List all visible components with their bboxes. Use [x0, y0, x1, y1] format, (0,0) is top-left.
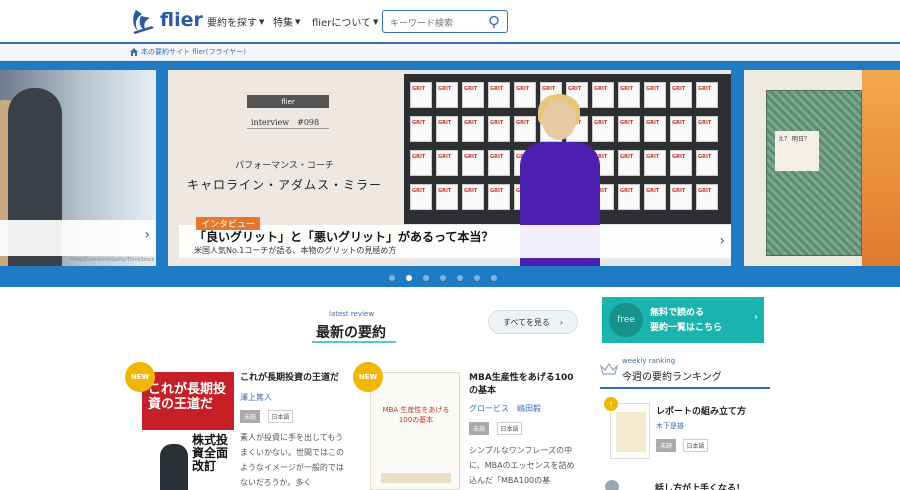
rank-badge-1: ! [604, 397, 618, 411]
new-badge: NEW [125, 362, 155, 392]
book-cover[interactable]: MBA 生産性をあげる100の基本 [370, 372, 460, 490]
hero-carousel: › Flickr/Comstock/Getty/ThinkStock flier… [0, 61, 900, 287]
home-icon [130, 48, 138, 56]
book-author[interactable]: グロービス 嶋田毅 [469, 403, 541, 414]
site-header: flier 要約を探す ▼ 特集 ▼ flierについて ▼ [0, 0, 900, 44]
nav-label: 要約を探す [207, 18, 257, 29]
slide-background [862, 70, 900, 266]
ranking-book-cover[interactable] [610, 403, 650, 459]
nav-label: flierについて [312, 18, 372, 29]
carousel-dot[interactable] [491, 275, 497, 281]
book-cover[interactable]: これが長期投資の王道だ 株式投資全面改訂 [142, 372, 234, 490]
chevron-right-icon[interactable]: › [719, 233, 725, 249]
ranking-book-title: 話し方が上手くなる！ [655, 484, 746, 490]
see-all-label: すべてを見る [502, 317, 550, 327]
interview-number: interview #098 [251, 118, 320, 127]
section-underline [312, 341, 396, 343]
nav-label: 特集 [273, 18, 293, 29]
breadcrumb-label: 本の要約サイト flier(フライヤー) [141, 48, 247, 56]
interview-tag: インタビュー [196, 217, 261, 230]
free-line-1: 無料で読める [650, 308, 705, 318]
ranking-subtitle: weekly ranking [622, 357, 676, 365]
slide-book-cover: え？ 明日？ [766, 90, 862, 256]
unread-tag: 未読 [469, 422, 489, 435]
caret-down-icon: ▼ [259, 17, 265, 26]
carousel-dot[interactable] [423, 275, 429, 281]
search-input[interactable] [383, 13, 483, 35]
free-line-2: 要約一覧はこちら [650, 323, 723, 333]
flier-badge: flier [247, 95, 329, 108]
crown-icon [600, 362, 618, 375]
language-tag: 日本語 [683, 439, 708, 452]
book-cover-label: え？ 明日？ [775, 131, 819, 171]
photo-credit: Flickr/Comstock/Getty/ThinkStock [70, 257, 155, 263]
breadcrumb[interactable]: 本の要約サイト flier(フライヤー) [130, 47, 246, 57]
carousel-slide-current[interactable]: flier interview #098 パフォーマンス・コーチ キャロライン・… [168, 70, 731, 266]
chevron-right-icon: › [754, 312, 758, 323]
search-box [382, 10, 508, 35]
carousel-dot-active[interactable] [406, 275, 412, 281]
free-icon: free [609, 303, 643, 337]
logo-text: flier [160, 9, 203, 31]
book-title[interactable]: MBA生産性をあげる100の基本 [469, 372, 579, 398]
free-banner-text: 無料で読める 要約一覧はこちら [650, 306, 722, 336]
section-title: 最新の要約 [316, 325, 386, 341]
interviewee-photo-face [542, 100, 576, 140]
nav-find-summaries[interactable]: 要約を探す ▼ [207, 14, 265, 30]
cover-subtitle: 株式投資全面改訂 [192, 433, 229, 473]
carousel-slide-next[interactable]: え？ 明日？ [744, 70, 900, 266]
flier-logo-icon [133, 10, 154, 34]
book-author[interactable]: 澤上篤人 [240, 392, 272, 403]
nav-features[interactable]: 特集 ▼ [273, 14, 301, 30]
book-description: シンプルなワンフレーズの中に、MBAのエッセンスを詰め込んだ「MBA100の基 [469, 446, 575, 485]
chevron-right-icon[interactable]: › [144, 227, 150, 243]
ranking-book-author[interactable]: 木下是雄 [656, 421, 684, 431]
caret-down-icon: ▼ [295, 17, 301, 26]
ranking-underline [600, 387, 770, 389]
language-tag: 日本語 [497, 422, 522, 435]
nav-about[interactable]: flierについて ▼ [312, 14, 379, 30]
carousel-dot[interactable] [474, 275, 480, 281]
book-description: 素人が投資に手を出してもうまくいかない。世間ではこのようなイメージが一般的ではな… [240, 433, 344, 487]
carousel-dot[interactable] [389, 275, 395, 281]
book-title[interactable]: これが長期投資の王道だ [240, 372, 350, 385]
unread-tag: 未読 [240, 410, 260, 423]
ranking-item-2[interactable]: 話し方が上手くなる！ [605, 478, 755, 490]
breadcrumb-bar: 本の要約サイト flier(フライヤー) [0, 44, 900, 61]
free-summaries-banner[interactable]: free 無料で読める 要約一覧はこちら › [602, 297, 764, 343]
chevron-right-icon: › [559, 317, 564, 327]
unread-tag: 未読 [656, 439, 676, 452]
flier-logo[interactable]: flier [130, 6, 203, 34]
cover-title: MBA 生産性をあげる100の基本 [382, 406, 450, 424]
carousel-dot[interactable] [440, 275, 446, 281]
caret-down-icon: ▼ [373, 17, 379, 26]
ranking-book-title[interactable]: レポートの組み立て方 [656, 404, 746, 417]
cover-title: これが長期投資の王道だ [148, 382, 227, 412]
author-photo [160, 444, 188, 490]
see-all-button[interactable]: すべてを見る › [488, 310, 578, 334]
carousel-dot[interactable] [457, 275, 463, 281]
section-subtitle: latest review [329, 310, 375, 318]
interviewee-role: パフォーマンス・コーチ [235, 161, 334, 171]
slide-subtitle: 米国人気No.1コーチが語る、本物のグリットの見極め方 [194, 246, 397, 255]
language-tag: 日本語 [268, 410, 293, 423]
slide-caption-box [0, 220, 156, 256]
interviewee-name: キャロライン・アダムス・ミラー [186, 178, 382, 192]
divider [247, 128, 329, 129]
slide-title: 「良いグリット」と「悪いグリット」があるって本当？ [194, 230, 494, 244]
new-badge: NEW [353, 362, 383, 392]
carousel-dots [389, 275, 497, 281]
ranking-title: 今週の要約ランキング [622, 372, 722, 383]
slide-caption-box: 「良いグリット」と「悪いグリット」があるって本当？ 米国人気No.1コーチが語る… [179, 225, 731, 258]
carousel-slide-prev[interactable]: › Flickr/Comstock/Getty/ThinkStock [0, 70, 156, 266]
search-icon[interactable] [488, 15, 501, 29]
rank-badge-2 [605, 480, 619, 490]
